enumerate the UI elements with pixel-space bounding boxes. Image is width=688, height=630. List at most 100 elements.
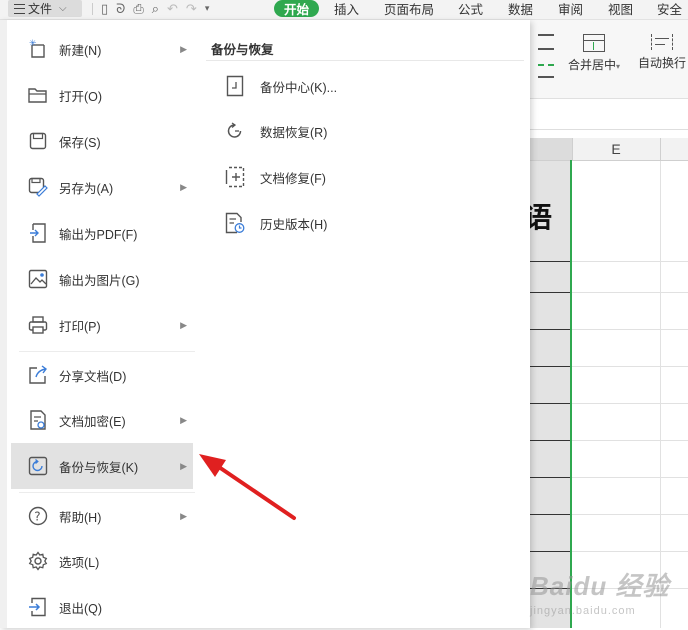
backup-restore-icon bbox=[27, 455, 49, 477]
menu-item-export-pdf[interactable]: 输出为PDF(F) bbox=[11, 210, 193, 256]
submenu-title: 备份与恢复 bbox=[211, 43, 274, 57]
annotation-arrow bbox=[199, 454, 296, 520]
export-pdf-icon bbox=[27, 222, 49, 244]
grid-line bbox=[572, 551, 688, 552]
quick-access-toolbar: ▯ ᘐ ⎙ ⌕ ↶ ↷ ▾ bbox=[92, 0, 209, 17]
grid-line bbox=[572, 292, 688, 293]
menu-item-label: 新建(N) bbox=[59, 43, 102, 58]
folder-open-icon bbox=[27, 84, 49, 106]
redo-icon[interactable]: ↷ bbox=[186, 1, 197, 17]
save-quick-icon[interactable]: ▯ bbox=[101, 1, 108, 17]
print-preview-icon[interactable]: ⌕ bbox=[152, 1, 159, 17]
menu-item-label: 备份与恢复(K) bbox=[59, 460, 139, 475]
undo-icon[interactable]: ↶ bbox=[167, 1, 178, 17]
grid-line bbox=[572, 477, 688, 478]
cell-border bbox=[530, 261, 572, 262]
panel-edge bbox=[0, 20, 7, 628]
distribute-icon[interactable] bbox=[538, 64, 554, 78]
save-icon bbox=[27, 130, 49, 152]
cell-border bbox=[530, 477, 572, 478]
menu-item-export-image[interactable]: 输出为图片(G) bbox=[11, 256, 193, 302]
printer-icon bbox=[27, 314, 49, 336]
submenu-arrow-icon: ▶ bbox=[180, 460, 187, 471]
submenu-item-history-version[interactable]: 历史版本(H) bbox=[224, 208, 327, 238]
column-header-row: E bbox=[530, 138, 688, 161]
submenu-item-backup-center[interactable]: 备份中心(K)... bbox=[224, 71, 337, 101]
submenu-item-label: 数据恢复(R) bbox=[260, 125, 328, 140]
menu-item-help[interactable]: ? 帮助(H) ▶ bbox=[11, 493, 193, 539]
submenu-divider bbox=[206, 60, 524, 61]
menu-item-print[interactable]: 打印(P) ▶ bbox=[11, 302, 193, 348]
menu-item-label: 选项(L) bbox=[59, 555, 100, 570]
history-version-icon bbox=[224, 211, 246, 235]
menu-item-save-as[interactable]: 另存为(A) ▶ bbox=[11, 164, 193, 210]
menu-item-label: 保存(S) bbox=[59, 135, 101, 150]
exit-icon bbox=[27, 596, 49, 618]
menu-item-label: 分享文档(D) bbox=[59, 369, 127, 384]
gear-icon bbox=[27, 550, 49, 572]
cell-border bbox=[530, 292, 572, 293]
tab-view[interactable]: 视图 bbox=[608, 0, 633, 17]
customize-toolbar-icon[interactable]: ▾ bbox=[205, 3, 210, 14]
menu-item-save[interactable]: 保存(S) bbox=[11, 118, 193, 164]
grid-line bbox=[572, 403, 688, 404]
submenu-item-data-recovery[interactable]: 数据恢复(R) bbox=[224, 116, 327, 146]
menu-item-share[interactable]: 分享文档(D) bbox=[11, 352, 193, 398]
merge-cells-icon bbox=[583, 34, 605, 52]
menu-item-label: 另存为(A) bbox=[59, 181, 114, 196]
hamburger-icon bbox=[14, 3, 25, 14]
cell-border bbox=[530, 440, 572, 441]
worksheet-grid[interactable] bbox=[530, 161, 688, 628]
help-icon: ? bbox=[27, 505, 49, 527]
align-icon[interactable] bbox=[538, 34, 554, 50]
backup-restore-submenu: 备份与恢复 备份中心(K)... 数据恢复(R) 文档修复(F) 历史版本(H) bbox=[200, 20, 530, 628]
cell-border bbox=[530, 551, 572, 552]
menu-item-open[interactable]: 打开(O) bbox=[11, 72, 193, 118]
submenu-arrow-icon: ▶ bbox=[180, 414, 187, 425]
file-menu-button[interactable]: 文件 ⌵ bbox=[8, 0, 82, 17]
tab-data[interactable]: 数据 bbox=[508, 0, 533, 17]
column-header-f[interactable] bbox=[660, 138, 688, 160]
tab-page-layout[interactable]: 页面布局 bbox=[384, 0, 434, 17]
tab-insert[interactable]: 插入 bbox=[334, 0, 359, 17]
format-painter-icon[interactable]: ᘐ bbox=[116, 1, 125, 17]
tab-home[interactable]: 开始 bbox=[274, 0, 320, 17]
menu-item-backup-restore[interactable]: 备份与恢复(K) ▶ bbox=[11, 443, 193, 489]
data-recovery-icon bbox=[224, 119, 246, 143]
wrap-text-button[interactable]: 自动换行 bbox=[630, 34, 688, 71]
caret-down-icon: ▾ bbox=[616, 62, 621, 71]
cell-border bbox=[530, 366, 572, 367]
file-menu-label: 文件 bbox=[28, 2, 53, 16]
separator bbox=[92, 2, 93, 15]
column-header-e[interactable]: E bbox=[572, 138, 661, 160]
menu-item-label: 输出为图片(G) bbox=[59, 273, 140, 288]
menu-item-options[interactable]: 选项(L) bbox=[11, 538, 193, 584]
cell-border bbox=[530, 514, 572, 515]
merge-center-label: 合并居中 bbox=[567, 58, 616, 72]
grid-line bbox=[572, 514, 688, 515]
tab-review[interactable]: 审阅 bbox=[558, 0, 583, 17]
formula-bar[interactable] bbox=[530, 99, 688, 130]
file-menu-list: ✳ 新建(N) ▶ 打开(O) 保存(S) 另存为(A) ▶ 输出为PDF(F)… bbox=[7, 20, 197, 628]
submenu-arrow-icon: ▶ bbox=[180, 510, 187, 521]
menu-item-encrypt[interactable]: 文档加密(E) ▶ bbox=[11, 397, 193, 443]
menu-item-label: 退出(Q) bbox=[59, 601, 103, 616]
new-icon: ✳ bbox=[27, 38, 49, 60]
svg-text:?: ? bbox=[34, 510, 40, 524]
menu-item-new[interactable]: ✳ 新建(N) ▶ bbox=[11, 26, 193, 72]
wrap-text-label: 自动换行 bbox=[637, 56, 686, 70]
submenu-item-label: 备份中心(K)... bbox=[260, 80, 338, 95]
wrap-text-icon bbox=[651, 34, 673, 50]
tab-security[interactable]: 安全 bbox=[657, 0, 682, 17]
save-as-icon bbox=[27, 176, 49, 198]
tab-formulas[interactable]: 公式 bbox=[458, 0, 483, 17]
merge-center-button[interactable]: 合并居中▾ bbox=[562, 34, 626, 73]
print-quick-icon[interactable]: ⎙ bbox=[133, 1, 143, 17]
submenu-item-document-repair[interactable]: 文档修复(F) bbox=[224, 162, 326, 192]
document-repair-icon bbox=[224, 165, 246, 189]
grid-line bbox=[572, 329, 688, 330]
cell-border bbox=[530, 403, 572, 404]
column-header-d[interactable] bbox=[530, 138, 573, 160]
baidu-watermark: Baidu 经验 jingyan.baidu.com bbox=[530, 566, 680, 626]
menu-item-exit[interactable]: 退出(Q) bbox=[11, 584, 193, 630]
